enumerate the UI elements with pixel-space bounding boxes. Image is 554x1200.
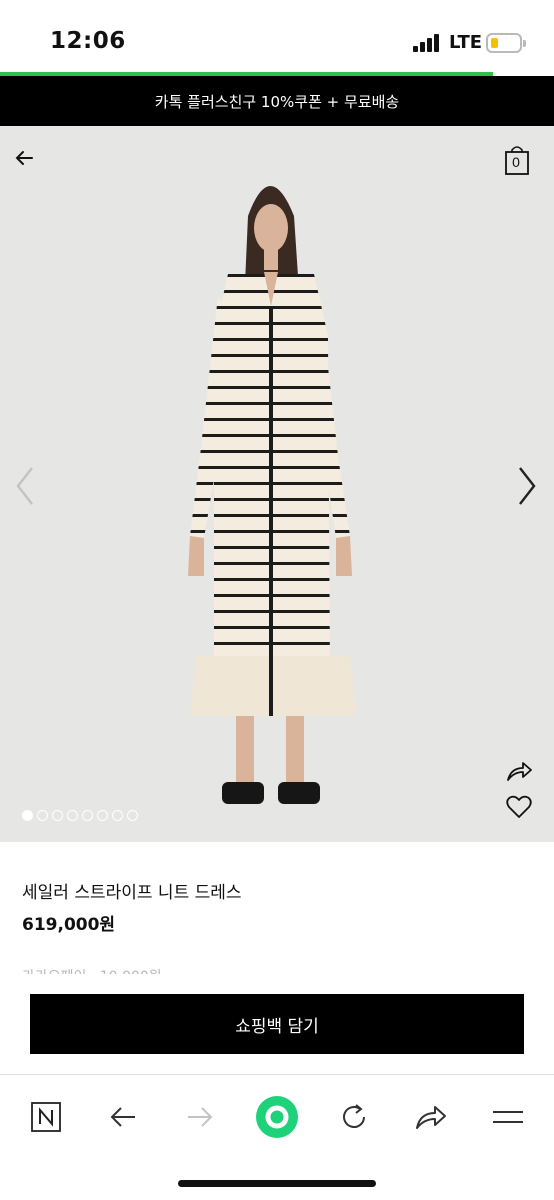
menu-icon xyxy=(493,1111,523,1123)
naver-n-icon xyxy=(31,1102,61,1132)
carousel-next-icon[interactable] xyxy=(512,464,542,508)
status-bar: 12:06 LTE xyxy=(0,0,554,74)
promo-banner-text: 카톡 플러스친구 10%쿠폰 + 무료배송 xyxy=(154,92,400,111)
refresh-icon xyxy=(343,1104,365,1128)
battery-icon xyxy=(486,33,526,53)
network-type: LTE xyxy=(449,32,483,53)
carousel-indicator xyxy=(22,810,138,821)
cta-area: 쇼핑백 담기 xyxy=(0,982,554,1074)
back-arrow-icon[interactable] xyxy=(12,146,36,170)
add-to-bag-label: 쇼핑백 담기 xyxy=(235,1016,319,1037)
product-photo xyxy=(188,186,356,804)
menu-button[interactable] xyxy=(486,1095,530,1139)
shopping-bag-button[interactable]: 0 xyxy=(503,144,531,176)
carousel-dot[interactable] xyxy=(127,810,138,821)
carousel-dot[interactable] xyxy=(82,810,93,821)
browser-back-button[interactable] xyxy=(101,1095,145,1139)
status-time: 12:06 xyxy=(50,28,126,54)
back-arrow-icon xyxy=(110,1107,135,1127)
forward-arrow-icon xyxy=(188,1107,213,1127)
share-icon[interactable] xyxy=(505,758,533,784)
add-to-bag-button[interactable]: 쇼핑백 담기 xyxy=(30,994,524,1054)
share-icon xyxy=(416,1106,446,1129)
green-dot-button[interactable] xyxy=(255,1095,299,1139)
carousel-dot[interactable] xyxy=(97,810,108,821)
naver-home-button[interactable] xyxy=(24,1095,68,1139)
carousel-dot[interactable] xyxy=(22,810,33,821)
carousel-prev-icon[interactable] xyxy=(10,464,40,508)
signal-strength-icon xyxy=(413,34,443,52)
carousel-dot[interactable] xyxy=(67,810,78,821)
carousel-dot[interactable] xyxy=(112,810,123,821)
home-indicator xyxy=(178,1180,376,1187)
carousel-dot[interactable] xyxy=(52,810,63,821)
carousel-dot[interactable] xyxy=(37,810,48,821)
browser-forward-button[interactable] xyxy=(178,1095,222,1139)
product-info: 세일러 스트라이프 니트 드레스 619,000원 카카오페이 · 10,000… xyxy=(0,842,554,982)
promo-banner[interactable]: 카톡 플러스친구 10%쿠폰 + 무료배송 xyxy=(0,76,554,126)
product-name: 세일러 스트라이프 니트 드레스 xyxy=(22,883,242,903)
share-button[interactable] xyxy=(409,1095,453,1139)
product-image-carousel[interactable]: 0 xyxy=(0,126,554,842)
refresh-button[interactable] xyxy=(332,1095,376,1139)
wishlist-heart-icon[interactable] xyxy=(505,794,533,820)
green-dot-icon xyxy=(256,1096,298,1138)
product-price: 619,000원 xyxy=(22,915,116,935)
bag-count: 0 xyxy=(512,154,520,170)
